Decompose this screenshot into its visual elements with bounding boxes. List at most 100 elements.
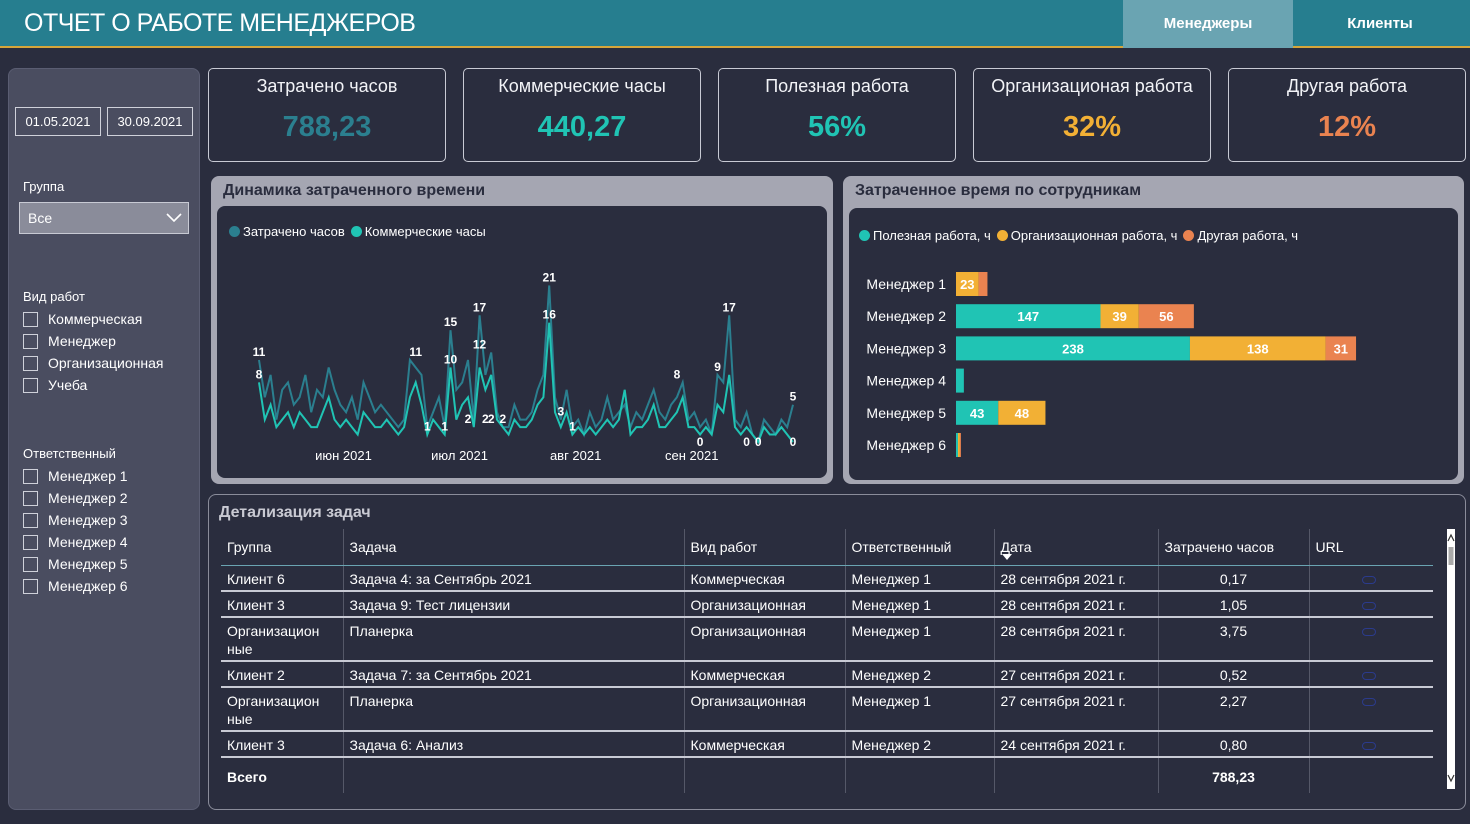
series-line[interactable] bbox=[258, 285, 794, 445]
checkbox-manager-2[interactable]: Менеджер 2 bbox=[23, 488, 128, 508]
bar-segment[interactable] bbox=[959, 433, 961, 457]
kpi-card-other-work: Другая работа 12% bbox=[1228, 68, 1466, 162]
bar-chart[interactable]: Менеджер 1 23 Менеджер 2 147 39 56 Менеджер 3 2… bbox=[849, 208, 1458, 480]
data-label: 0 bbox=[755, 435, 762, 449]
data-label: 3 bbox=[557, 405, 564, 419]
table-cell: Менеджер 2 bbox=[845, 660, 995, 688]
kpi-label: Организационая работа bbox=[991, 76, 1193, 96]
link-icon[interactable] bbox=[1361, 575, 1376, 584]
kpi-label: Полезная работа bbox=[765, 76, 909, 96]
table-cell bbox=[343, 756, 685, 793]
bar-segment[interactable] bbox=[956, 433, 958, 457]
checkbox-icon bbox=[23, 534, 38, 550]
category-label: Менеджер 5 bbox=[866, 405, 946, 421]
column-header-work-type[interactable]: Вид работ bbox=[684, 529, 846, 566]
link-icon[interactable] bbox=[1361, 627, 1376, 636]
kpi-card-commercial-hours: Коммерческие часы 440,27 bbox=[463, 68, 701, 162]
table-cell: 0,80 bbox=[1158, 730, 1310, 758]
checkbox-work-type-organizational[interactable]: Организационная bbox=[23, 353, 163, 373]
line-chart[interactable]: 118111 1151017122 22 2211631809170 050июн 20… bbox=[217, 206, 827, 478]
data-label: 5 bbox=[790, 390, 797, 404]
column-header-date[interactable]: Дата bbox=[994, 529, 1159, 566]
table-cell: Организацион ные bbox=[221, 616, 344, 662]
column-header-task[interactable]: Задача bbox=[343, 529, 685, 566]
checkbox-icon bbox=[23, 333, 38, 349]
checkbox-icon bbox=[23, 468, 38, 484]
table-cell: 28 сентября 2021 г. bbox=[994, 616, 1159, 662]
table-row[interactable]: Клиент 3 Задача 9: Тест лицензии Организ… bbox=[221, 590, 1433, 618]
data-label: 9 bbox=[714, 360, 721, 374]
table-cell: Клиент 2 bbox=[221, 660, 344, 688]
data-label: 0 bbox=[697, 435, 704, 449]
bar-segment[interactable] bbox=[956, 368, 964, 393]
checkbox-manager-3[interactable]: Менеджер 3 bbox=[23, 510, 128, 530]
table-cell: Задача 4: за Сентябрь 2021 bbox=[343, 565, 685, 592]
table-cell: 0,52 bbox=[1158, 660, 1310, 688]
bar-chart-area: Полезная работа, ч Организационная работ… bbox=[849, 208, 1458, 480]
kpi-value: 56% bbox=[807, 111, 867, 143]
checkbox-icon bbox=[23, 311, 38, 327]
checkbox-icon bbox=[23, 377, 38, 393]
checkbox-manager-5[interactable]: Менеджер 5 bbox=[23, 554, 128, 574]
category-label: Менеджер 1 bbox=[866, 276, 946, 292]
tab-clients[interactable]: Клиенты bbox=[1295, 0, 1465, 48]
checkbox-label: Учеба bbox=[48, 377, 88, 393]
table-cell bbox=[1309, 757, 1433, 793]
table-cell: Менеджер 1 bbox=[845, 616, 995, 662]
table-cell: Задача 7: за Сентябрь 2021 bbox=[343, 660, 685, 688]
bar-value-label: 56 bbox=[1159, 309, 1173, 324]
data-label: 11 bbox=[409, 345, 422, 359]
table-row[interactable]: Клиент 3 Задача 6: Анализ Коммерческая М… bbox=[221, 730, 1433, 758]
table-cell: Менеджер 2 bbox=[845, 730, 995, 758]
table-cell: Организационная bbox=[684, 590, 846, 618]
column-header-responsible[interactable]: Ответственный bbox=[845, 529, 995, 566]
task-details-panel: Детализация задач Группа Задача Вид рабо… bbox=[208, 494, 1466, 810]
series-line[interactable] bbox=[258, 322, 794, 445]
table-cell: 28 сентября 2021 г. bbox=[994, 565, 1159, 592]
link-icon[interactable] bbox=[1361, 741, 1376, 750]
link-icon[interactable] bbox=[1361, 671, 1376, 680]
link-icon[interactable] bbox=[1361, 601, 1376, 610]
checkbox-manager-6[interactable]: Менеджер 6 bbox=[23, 576, 128, 596]
bar-value-label: 31 bbox=[1334, 341, 1348, 356]
checkbox-manager-1[interactable]: Менеджер 1 bbox=[23, 466, 128, 486]
column-header-hours[interactable]: Затрачено часов bbox=[1158, 529, 1310, 566]
table-row[interactable]: Организацион ные Планерка Организационна… bbox=[221, 686, 1433, 732]
table-cell: 3,75 bbox=[1158, 616, 1310, 662]
table-row[interactable]: Клиент 6 Задача 4: за Сентябрь 2021 Комм… bbox=[221, 565, 1433, 592]
checkbox-label: Менеджер 5 bbox=[48, 556, 128, 572]
category-label: Менеджер 3 bbox=[866, 340, 946, 356]
table-row[interactable]: Организацион ные Планерка Организационна… bbox=[221, 616, 1433, 662]
bar-segment[interactable] bbox=[978, 272, 988, 296]
checkbox-label: Менеджер 1 bbox=[48, 468, 128, 484]
work-type-filter-label: Вид работ bbox=[23, 289, 85, 304]
column-header-group[interactable]: Группа bbox=[221, 529, 344, 566]
data-label: 21 bbox=[543, 270, 557, 284]
data-label: 8 bbox=[674, 367, 681, 381]
data-label: 2 bbox=[499, 412, 506, 426]
table-cell: Менеджер 1 bbox=[845, 686, 995, 732]
date-start-field[interactable]: 01.05.2021 bbox=[15, 107, 101, 136]
bar-value-label: 23 bbox=[960, 277, 974, 292]
link-icon[interactable] bbox=[1361, 697, 1376, 706]
checkbox-icon bbox=[23, 490, 38, 506]
checkbox-work-type-commercial[interactable]: Коммерческая bbox=[23, 309, 142, 329]
table-scrollbar[interactable] bbox=[1447, 529, 1455, 789]
line-chart-area: Затрачено часов Коммерческие часы 11 8 11 1… bbox=[217, 206, 827, 478]
kpi-label: Затрачено часов bbox=[256, 76, 398, 96]
column-header-url[interactable]: URL bbox=[1309, 529, 1433, 566]
checkbox-work-type-manager[interactable]: Менеджер bbox=[23, 331, 116, 351]
date-end-field[interactable]: 30.09.2021 bbox=[107, 107, 193, 136]
data-label: 17 bbox=[722, 300, 736, 314]
table-cell: Менеджер 1 bbox=[845, 590, 995, 618]
total-value: 788,23 bbox=[1158, 756, 1310, 793]
bar-segment[interactable] bbox=[957, 433, 960, 457]
checkbox-work-type-study[interactable]: Учеба bbox=[23, 375, 87, 395]
x-tick-label: июл 2021 bbox=[431, 448, 488, 463]
table-cell: 27 сентября 2021 г. bbox=[994, 660, 1159, 688]
table-row[interactable]: Клиент 2 Задача 7: за Сентябрь 2021 Комм… bbox=[221, 660, 1433, 688]
group-dropdown[interactable]: Все bbox=[19, 202, 189, 234]
checkbox-manager-4[interactable]: Менеджер 4 bbox=[23, 532, 128, 552]
tab-managers[interactable]: Менеджеры bbox=[1123, 0, 1293, 48]
table-cell: Клиент 6 bbox=[221, 565, 344, 592]
